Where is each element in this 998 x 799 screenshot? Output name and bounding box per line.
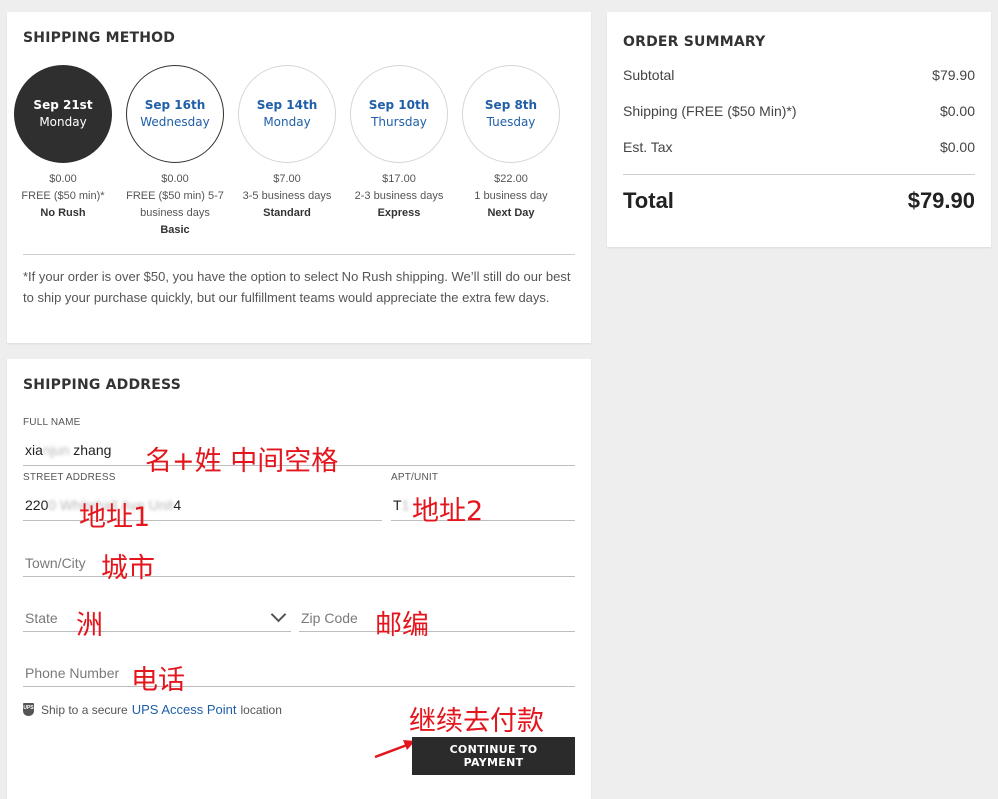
annotation-address1: 地址1 xyxy=(79,502,151,533)
full-name-text: xia xyxy=(25,442,43,458)
state-input[interactable] xyxy=(23,604,291,632)
option-name: Basic xyxy=(160,224,190,236)
shipping-method-title: SHIPPING METHOD xyxy=(23,30,176,46)
apt-blurred: 1 xyxy=(401,497,410,513)
option-price: $22.00 xyxy=(494,173,528,185)
shipping-option-express[interactable]: Sep 10th Thursday $17.00 2-3 business da… xyxy=(348,65,450,222)
street-address-field[interactable]: 2200 Whitehall Ave Unit4 xyxy=(23,494,382,521)
annotation-zip: 邮编 xyxy=(375,610,429,641)
ups-shield-icon: UPS xyxy=(23,703,34,716)
option-detail: 1 business day xyxy=(474,190,548,202)
no-rush-footnote: *If your order is over $50, you have the… xyxy=(23,269,571,305)
tax-value: $0.00 xyxy=(939,139,975,155)
full-name-blurred: njun xyxy=(42,442,70,458)
state-select[interactable] xyxy=(23,604,291,632)
option-price: $0.00 xyxy=(161,173,189,185)
option-weekday: Monday xyxy=(39,115,87,129)
shipping-option-next-day[interactable]: Sep 8th Tuesday $22.00 1 business day Ne… xyxy=(460,65,562,222)
option-date: Sep 14th xyxy=(256,98,318,112)
divider xyxy=(23,254,575,255)
ups-suffix-text: location xyxy=(240,702,282,717)
option-details: $0.00 FREE ($50 min)* No Rush xyxy=(12,171,114,222)
street-text: 220 xyxy=(25,497,49,513)
tax-label: Est. Tax xyxy=(623,139,673,155)
continue-to-payment-button[interactable]: CONTINUE TO PAYMENT xyxy=(412,737,575,775)
option-details: $17.00 2-3 business days Express xyxy=(348,171,450,222)
option-price: $0.00 xyxy=(49,173,77,185)
shipping-label: Shipping (FREE ($50 Min)*) xyxy=(623,103,797,119)
option-weekday: Thursday xyxy=(371,115,427,129)
annotation-address2: 地址2 xyxy=(412,496,484,527)
option-details: $0.00 FREE ($50 min) 5-7 business days B… xyxy=(124,171,226,239)
option-price: $17.00 xyxy=(382,173,416,185)
subtotal-value: $79.90 xyxy=(932,67,975,83)
annotation-state: 洲 xyxy=(76,610,103,641)
option-price: $7.00 xyxy=(273,173,301,185)
option-date-circle[interactable]: Sep 8th Tuesday xyxy=(462,65,560,163)
zip-code-input[interactable] xyxy=(299,604,575,632)
ups-access-point-link[interactable]: UPS Access Point xyxy=(132,702,237,717)
option-detail: 2-3 business days xyxy=(354,190,444,202)
annotation-continue: 继续去付款 xyxy=(409,706,544,737)
shipping-address-panel: SHIPPING ADDRESS FULL NAME xianjun zhang… xyxy=(7,359,591,799)
shipping-address-title: SHIPPING ADDRESS xyxy=(23,377,181,393)
option-detail: FREE ($50 min) 5-7 business days xyxy=(126,190,224,219)
option-detail: 3-5 business days xyxy=(242,190,332,202)
shipping-value: $0.00 xyxy=(939,103,975,119)
annotation-phone: 电话 xyxy=(131,665,185,696)
order-summary-title: ORDER SUMMARY xyxy=(623,34,766,50)
option-date: Sep 21st xyxy=(33,98,93,112)
full-name-label: FULL NAME xyxy=(23,417,81,428)
annotation-name: 名+姓 中间空格 xyxy=(145,446,339,477)
shipping-option-basic[interactable]: Sep 16th Wednesday $0.00 FREE ($50 min) … xyxy=(124,65,226,239)
shipping-method-panel: SHIPPING METHOD Sep 21st Monday $0.00 FR… xyxy=(7,12,591,343)
option-weekday: Wednesday xyxy=(140,115,210,129)
total-label: Total xyxy=(623,188,674,213)
apt-text: T xyxy=(393,497,402,513)
full-name-text-end: zhang xyxy=(69,442,112,458)
street-address-label: STREET ADDRESS xyxy=(23,472,116,483)
option-date-circle[interactable]: Sep 14th Monday xyxy=(238,65,336,163)
shipping-option-no-rush[interactable]: Sep 21st Monday $0.00 FREE ($50 min)* No… xyxy=(12,65,114,222)
option-details: $7.00 3-5 business days Standard xyxy=(236,171,338,222)
option-name: Next Day xyxy=(487,207,535,219)
ups-access-point-row: UPS Ship to a secure UPS Access Point lo… xyxy=(23,702,282,717)
option-weekday: Tuesday xyxy=(486,115,536,129)
option-date: Sep 10th xyxy=(368,98,430,112)
option-name: No Rush xyxy=(40,207,86,219)
annotation-city: 城市 xyxy=(101,553,155,584)
ups-prefix-text: Ship to a secure xyxy=(41,702,128,717)
option-date: Sep 8th xyxy=(484,98,538,112)
option-detail: FREE ($50 min)* xyxy=(21,190,105,202)
subtotal-label: Subtotal xyxy=(623,67,675,83)
option-weekday: Monday xyxy=(263,115,311,129)
option-details: $22.00 1 business day Next Day xyxy=(460,171,562,222)
option-name: Express xyxy=(377,207,421,219)
shipping-option-standard[interactable]: Sep 14th Monday $7.00 3-5 business days … xyxy=(236,65,338,222)
street-text-end: 4 xyxy=(173,497,182,513)
apt-unit-label: APT/UNIT xyxy=(391,472,439,483)
option-name: Standard xyxy=(263,207,311,219)
option-date-circle[interactable]: Sep 16th Wednesday xyxy=(126,65,224,163)
order-summary-panel: ORDER SUMMARY Subtotal $79.90 Shipping (… xyxy=(607,12,991,247)
option-date: Sep 16th xyxy=(144,98,206,112)
divider xyxy=(623,174,975,175)
option-date-circle[interactable]: Sep 10th Thursday xyxy=(350,65,448,163)
phone-number-input[interactable] xyxy=(23,659,575,687)
option-date-circle[interactable]: Sep 21st Monday xyxy=(14,65,112,163)
total-value: $79.90 xyxy=(907,188,975,213)
red-arrow-icon xyxy=(374,740,415,759)
